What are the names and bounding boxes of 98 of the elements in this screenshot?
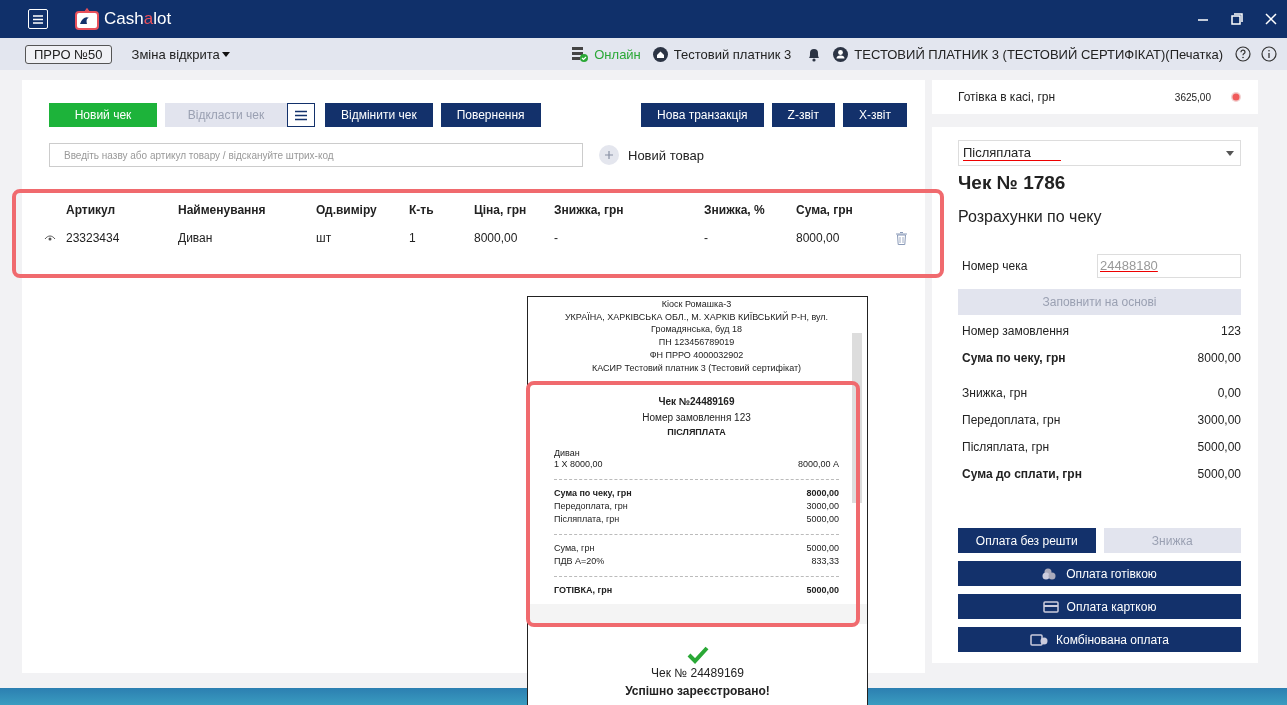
- column-header: Ціна, грн: [474, 203, 528, 217]
- payment-type-select[interactable]: Післяплата: [958, 140, 1241, 166]
- caret-icon: [1226, 150, 1234, 156]
- receipt-value: 8000,00: [806, 487, 839, 500]
- column-header: Знижка, %: [704, 203, 766, 217]
- summary-label: Номер замовлення: [962, 323, 1069, 338]
- summary-label: Знижка, грн: [962, 385, 1028, 400]
- summary-value: 8000,00: [1197, 350, 1241, 365]
- table-cell-text: 1: [409, 231, 417, 245]
- payment-button[interactable]: Оплата без решти: [958, 528, 1096, 553]
- receipt-header-line: КАСИР Тестовий платник 3 (Тестовий сертифікат): [590, 362, 803, 374]
- table-cell-text: 23323434: [66, 231, 121, 245]
- toolbar-button[interactable]: Нова транзакція: [641, 103, 764, 127]
- column-header: Найменування: [178, 203, 267, 217]
- card-icon: [1042, 600, 1059, 613]
- status-dot-icon: [1231, 92, 1241, 102]
- payment-method-button[interactable]: Оплата готівкою: [958, 561, 1241, 586]
- summary-value: 5000,00: [1197, 466, 1241, 481]
- receipt-item-name: Диван: [554, 448, 581, 458]
- trash-icon[interactable]: [896, 231, 907, 245]
- bell-icon[interactable]: [807, 46, 822, 62]
- menu-icon: [294, 109, 308, 121]
- summary-label: Післяплата, грн: [962, 439, 1050, 454]
- search-field[interactable]: Введіть назву або артикул товару / відскануйте штрих-код: [49, 143, 583, 167]
- payment-method-button[interactable]: Комбінована оплата: [958, 627, 1241, 652]
- receipt-header-line: Кіоск Ромашка-3: [660, 298, 733, 310]
- receipt-header-line: ФН ПРРО 4000032902: [648, 349, 745, 361]
- section-title: Розрахунки по чеку: [958, 208, 1103, 226]
- menu-icon[interactable]: [28, 9, 48, 29]
- menu-button[interactable]: [287, 103, 315, 127]
- summary-value: 3000,00: [1197, 412, 1241, 427]
- table-cell-text: 8000,00: [796, 231, 841, 245]
- summary-label: Сума по чеку, грн: [962, 350, 1066, 365]
- check-number-field[interactable]: 24488180: [1097, 253, 1241, 278]
- column-header: Артикул: [66, 203, 117, 217]
- cash-value: 3625,00: [1174, 91, 1211, 103]
- toolbar-button[interactable]: Відмінити чек: [325, 103, 433, 127]
- column-header: Знижка, грн: [554, 203, 625, 217]
- receipt-item-line: 1 X 8000,00: [554, 458, 603, 471]
- receipt-label: Сума по чеку, грн: [554, 487, 632, 500]
- table-cell-text: шт: [316, 231, 333, 245]
- receipt-value: 5000,00: [806, 513, 839, 526]
- receipt-label: ПДВ А=20%: [554, 555, 605, 568]
- table-cell-text: -: [704, 231, 709, 245]
- server-check-icon: [572, 46, 589, 62]
- check-title: Чек № 1786: [958, 172, 1067, 194]
- info-icon[interactable]: [1261, 46, 1277, 62]
- caret-icon[interactable]: [221, 51, 230, 57]
- receipt-label: ГОТІВКА, грн: [554, 584, 613, 597]
- cash-label: Готівка в касі, грн: [958, 90, 1056, 104]
- receipt-value: 5000,00: [806, 584, 839, 597]
- table-cell-text: 8000,00: [474, 231, 519, 245]
- field-label: Номер чека: [962, 258, 1028, 273]
- receipt-header-line: УКРАЇНА, ХАРКІВСЬКА ОБЛ., М. ХАРКІВ КИЇВСЬКИЙ Р-Н, вул. Громадянська, буд 18: [563, 311, 830, 335]
- restore-icon[interactable]: [1231, 13, 1243, 25]
- scrollbar[interactable]: [852, 333, 862, 503]
- table-cell-text: -: [554, 231, 559, 245]
- receipt-title: Чек №24489169: [657, 396, 736, 408]
- new-item-link[interactable]: Новий товар: [628, 147, 704, 163]
- receipt-value: 3000,00: [806, 500, 839, 513]
- help-icon[interactable]: [1235, 46, 1251, 62]
- toolbar-button[interactable]: Z-звіт: [771, 103, 835, 127]
- card-cash-icon: [1030, 633, 1049, 646]
- column-header: Од.виміру: [316, 203, 378, 217]
- close-icon[interactable]: [1265, 13, 1277, 25]
- receipt-label: Сума, грн: [554, 542, 595, 555]
- register-badge: ПРРО №50: [25, 44, 112, 64]
- result-text: Успішно зареєстровано!: [624, 685, 771, 697]
- summary-value: 5000,00: [1197, 439, 1241, 454]
- receipt-value: 5000,00: [806, 542, 839, 555]
- toolbar-button[interactable]: Повернення: [440, 103, 541, 127]
- receipt-item-sum: 8000,00 А: [797, 458, 839, 471]
- receipt-label: Післяплата, грн: [554, 513, 620, 526]
- column-header: Сума, грн: [796, 203, 854, 217]
- summary-value: 0,00: [1217, 385, 1241, 400]
- table-cell-text: Диван: [178, 231, 214, 245]
- home-icon: [652, 46, 668, 62]
- summary-value: 123: [1220, 323, 1241, 338]
- receipt-order: Номер замовлення 123: [641, 412, 752, 424]
- user-name: ТЕСТОВИЙ ПЛАТНИК 3 (ТЕСТОВИЙ СЕРТИФІКАТ)(Печатка): [854, 46, 1223, 62]
- receipt-value: 833,33: [811, 555, 839, 568]
- column-header: К-ть: [409, 203, 435, 217]
- check-icon: [686, 646, 709, 664]
- payer-name: Тестовий платник 3: [673, 46, 792, 62]
- logo-icon: [74, 7, 100, 31]
- eye-icon[interactable]: [44, 234, 56, 242]
- user-icon: [833, 46, 849, 62]
- receipt-type: ПІСЛЯПЛАТА: [666, 426, 727, 438]
- result-number: Чек № 24489169: [650, 667, 745, 679]
- payment-method-button[interactable]: Оплата карткою: [958, 594, 1241, 619]
- receipt-header-line: ПН 123456789019: [657, 336, 736, 348]
- toolbar-button[interactable]: X-звіт: [842, 103, 907, 127]
- receipt-label: Передоплата, грн: [554, 500, 628, 513]
- app-logo: Cashalot: [104, 9, 172, 29]
- summary-label: Сума до сплати, грн: [962, 466, 1082, 481]
- shift-status[interactable]: Зміна відкрита: [131, 46, 220, 62]
- summary-label: Передоплата, грн: [962, 412, 1061, 427]
- connection-status: Онлайн: [594, 46, 641, 62]
